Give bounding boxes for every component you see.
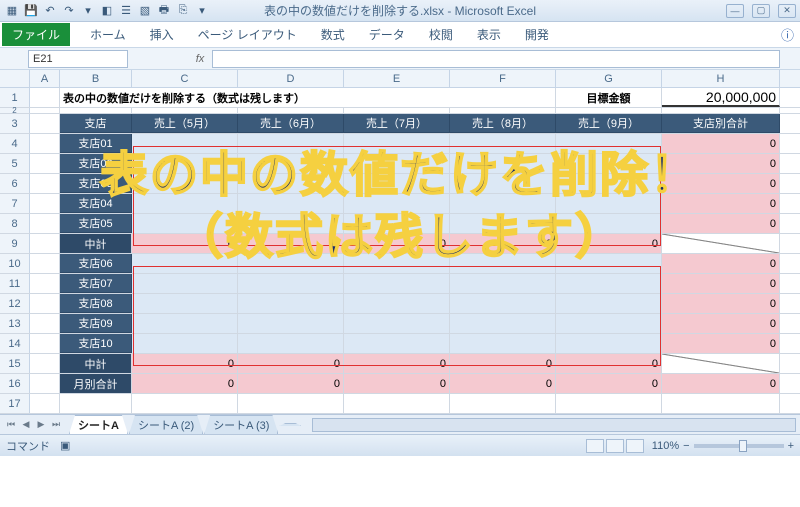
macro-record-icon[interactable]: ▣: [60, 439, 70, 452]
zoom-slider[interactable]: [694, 444, 784, 448]
save-icon[interactable]: 💾: [23, 3, 39, 19]
file-tab[interactable]: ファイル: [2, 23, 70, 46]
formula-bar: E21 fx: [0, 48, 800, 70]
zoom-out-button[interactable]: −: [683, 440, 689, 452]
col-header[interactable]: B: [60, 70, 132, 87]
goal-label[interactable]: 目標金額: [556, 88, 662, 107]
table-row: 1 表の中の数値だけを削除する（数式は残します） 目標金額 20,000,000: [0, 88, 800, 108]
tab-next-icon[interactable]: ▶: [34, 418, 48, 432]
formula-input[interactable]: [212, 50, 780, 68]
fx-label[interactable]: fx: [188, 53, 212, 65]
qat-icon[interactable]: ⎘: [175, 3, 191, 19]
col-header[interactable]: G: [556, 70, 662, 87]
qat-icon[interactable]: ▧: [137, 3, 153, 19]
col-header[interactable]: H: [662, 70, 780, 87]
redo-icon[interactable]: ↷: [61, 3, 77, 19]
close-button[interactable]: ✕: [778, 4, 796, 18]
tab-last-icon[interactable]: ⏭: [49, 418, 63, 432]
sheet-tab[interactable]: シートA (3): [204, 415, 278, 434]
view-buttons: [586, 439, 644, 453]
tab-first-icon[interactable]: ⏮: [4, 418, 18, 432]
goal-value[interactable]: 20,000,000: [662, 88, 780, 107]
normal-view-button[interactable]: [586, 439, 604, 453]
window-title: 表の中の数値だけを削除する.xlsx - Microsoft Excel: [264, 2, 536, 19]
tab-prev-icon[interactable]: ◀: [19, 418, 33, 432]
window-controls: — ▢ ✕: [726, 4, 796, 18]
col-header[interactable]: A: [30, 70, 60, 87]
tab-home[interactable]: ホーム: [78, 23, 138, 46]
pagebreak-view-button[interactable]: [626, 439, 644, 453]
quick-access-toolbar: ▦ 💾 ↶ ↷ ▾ ◧ ☰ ▧ 🖶 ⎘ ▾: [4, 3, 210, 19]
tab-review[interactable]: 校閲: [417, 23, 465, 46]
ribbon-tabs: ファイル ホーム 挿入 ページ レイアウト 数式 データ 校閲 表示 開発 ⓘ: [0, 22, 800, 48]
tab-view[interactable]: 表示: [465, 23, 513, 46]
worksheet: A B C D E F G H 1 表の中の数値だけを削除する（数式は残します）…: [0, 70, 800, 414]
column-headers: A B C D E F G H: [0, 70, 800, 88]
tab-insert[interactable]: 挿入: [138, 23, 186, 46]
table-header-row: 3 支店 売上（5月） 売上（6月） 売上（7月） 売上（8月） 売上（9月） …: [0, 114, 800, 134]
select-all-corner[interactable]: [0, 70, 30, 87]
maximize-button[interactable]: ▢: [752, 4, 770, 18]
print-icon[interactable]: 🖶: [156, 3, 172, 19]
status-mode: コマンド: [6, 438, 50, 454]
zoom-in-button[interactable]: +: [788, 440, 794, 452]
qat-dropdown-icon[interactable]: ▾: [194, 3, 210, 19]
qat-icon[interactable]: ▾: [80, 3, 96, 19]
undo-icon[interactable]: ↶: [42, 3, 58, 19]
sheet-tab[interactable]: シートA: [69, 415, 128, 434]
help-icon[interactable]: ⓘ: [781, 25, 794, 44]
minimize-button[interactable]: —: [726, 4, 744, 18]
sheet-tab-strip: ⏮ ◀ ▶ ⏭ シートA シートA (2) シートA (3): [0, 414, 800, 434]
col-header[interactable]: C: [132, 70, 238, 87]
status-bar: コマンド ▣ 110% − +: [0, 434, 800, 456]
title-bar: ▦ 💾 ↶ ↷ ▾ ◧ ☰ ▧ 🖶 ⎘ ▾ 表の中の数値だけを削除する.xlsx…: [0, 0, 800, 22]
new-sheet-tab[interactable]: [279, 423, 301, 426]
title-cell[interactable]: 表の中の数値だけを削除する（数式は残します）: [60, 88, 556, 107]
row-header[interactable]: 1: [0, 88, 30, 107]
tab-nav: ⏮ ◀ ▶ ⏭: [4, 418, 63, 432]
tab-formula[interactable]: 数式: [309, 23, 357, 46]
qat-icon[interactable]: ◧: [99, 3, 115, 19]
name-box[interactable]: E21: [28, 50, 128, 68]
qat-icon[interactable]: ☰: [118, 3, 134, 19]
col-header[interactable]: E: [344, 70, 450, 87]
sheet-tab[interactable]: シートA (2): [129, 415, 203, 434]
col-header[interactable]: F: [450, 70, 556, 87]
tab-data[interactable]: データ: [357, 23, 417, 46]
pagelayout-view-button[interactable]: [606, 439, 624, 453]
col-header[interactable]: D: [238, 70, 344, 87]
tab-pagelayout[interactable]: ページ レイアウト: [186, 23, 309, 46]
tab-dev[interactable]: 開発: [513, 23, 561, 46]
zoom-control: 110% − +: [652, 440, 794, 452]
horizontal-scrollbar[interactable]: [312, 418, 796, 432]
zoom-level[interactable]: 110%: [652, 440, 679, 452]
excel-icon[interactable]: ▦: [4, 3, 20, 19]
